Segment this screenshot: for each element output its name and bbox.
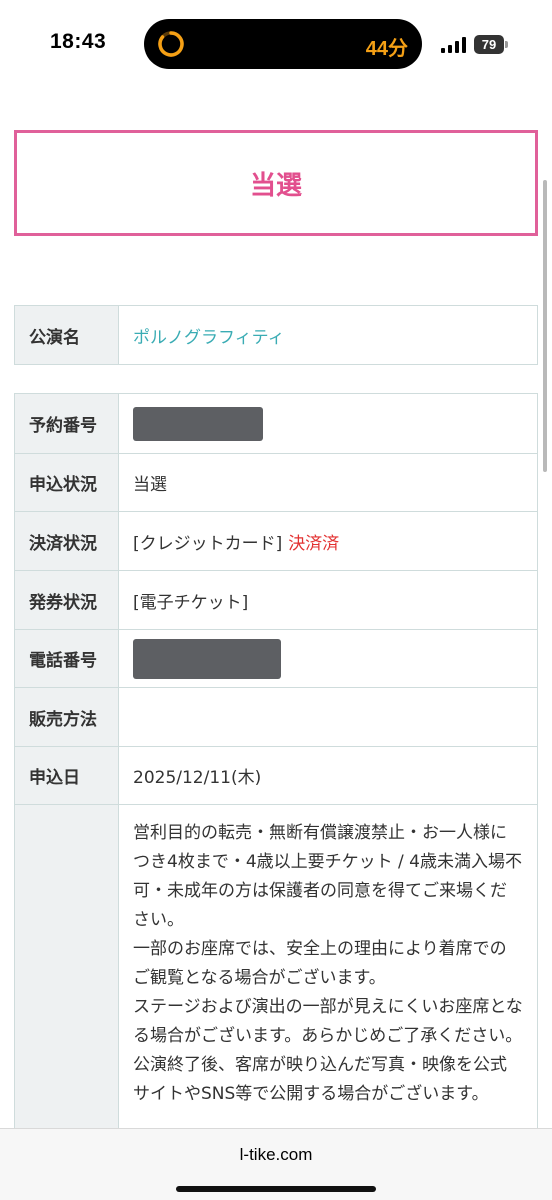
performance-name-value[interactable]: ポルノグラフィティ [119,306,537,364]
ticketing-status-label: 発券状況 [15,571,119,629]
application-status-value: 当選 [133,475,167,495]
cellular-signal-icon [441,37,466,53]
redacted-block [133,638,281,679]
status-bar: 18:43 44分 79 [0,0,552,90]
battery-level: 79 [481,37,497,52]
lottery-result-label: 当選 [249,170,302,201]
performance-name-label: 公演名 [15,306,119,364]
home-indicator[interactable] [176,1186,376,1192]
note-paragraph: ステージおよび演出の一部が見えにくいお座席となる場合がございます。あらかじめご了… [133,997,523,1046]
table-row: 販売方法 [15,687,537,746]
sales-method-value [119,688,537,746]
reservation-number-value [119,394,537,453]
dynamic-island-timer[interactable]: 44分 [144,19,422,69]
sales-method-label: 販売方法 [15,688,119,746]
notes-text: 営利目的の転売・無断有償譲渡禁止・お一人様につき4枚まで・4歳以上要チケット /… [119,805,537,1152]
battery-icon: 79 [474,35,508,54]
status-time: 18:43 [50,30,107,53]
scrollbar[interactable] [543,180,547,472]
timer-icon [158,31,184,57]
browser-address-bar[interactable]: l-tike.com [0,1128,552,1200]
reservation-details-table: 予約番号 申込状況 当選 決済状況 [クレジットカード] 決済済 発券状況 [電… [14,393,538,1153]
table-row: 営利目的の転売・無断有償譲渡禁止・お一人様につき4枚まで・4歳以上要チケット /… [15,804,537,1152]
timer-remaining: 44分 [365,38,408,60]
note-paragraph: 公演終了後、客席が映り込んだ写真・映像を公式サイトやSNS等で公開する場合がござ… [133,1055,507,1104]
payment-status-value: [クレジットカード] 決済済 [119,512,537,570]
url-text[interactable]: l-tike.com [0,1145,552,1165]
application-date-value: 2025/12/11(木) [133,768,262,788]
application-status-label: 申込状況 [15,454,119,511]
note-paragraph: 営利目的の転売・無断有償譲渡禁止・お一人様につき4枚まで・4歳以上要チケット /… [133,823,522,930]
table-row: 公演名 ポルノグラフィティ [15,306,537,364]
application-date-label: 申込日 [15,747,119,804]
performance-table: 公演名 ポルノグラフィティ [14,305,538,365]
table-row: 発券状況 [電子チケット] [15,570,537,629]
phone-number-label: 電話番号 [15,630,119,687]
reservation-number-label: 予約番号 [15,394,119,453]
phone-number-value [119,630,537,687]
table-row: 申込日 2025/12/11(木) [15,746,537,804]
note-paragraph: 一部のお座席では、安全上の理由により着席でのご観覧となる場合がございます。 [133,939,507,988]
payment-method: [クレジットカード] [133,533,283,554]
redacted-block [133,406,263,441]
table-row: 決済状況 [クレジットカード] 決済済 [15,511,537,570]
payment-status-label: 決済状況 [15,512,119,570]
table-row: 申込状況 当選 [15,453,537,511]
ticketing-status-value: [電子チケット] [133,592,249,613]
notes-label [15,805,119,1152]
payment-state: 決済済 [288,533,340,554]
lottery-result-box: 当選 [14,130,538,236]
table-row: 電話番号 [15,629,537,687]
table-row: 予約番号 [15,394,537,453]
